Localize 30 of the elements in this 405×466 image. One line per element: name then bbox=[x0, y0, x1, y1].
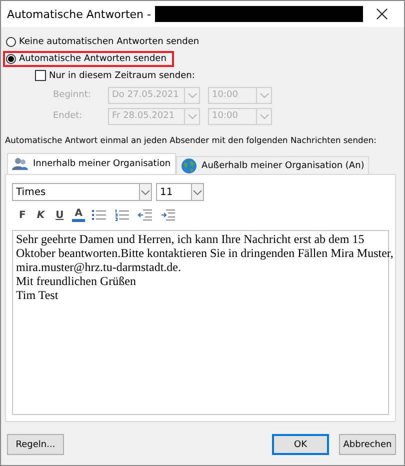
numbered-list-icon[interactable] bbox=[115, 209, 130, 221]
chevron-down-icon bbox=[188, 114, 196, 118]
instruction-text: Automatische Antwort einmal an jeden Absender mit den folgenden Nachrichten senden: bbox=[5, 135, 376, 146]
globe-icon bbox=[180, 158, 197, 174]
chevron-down-icon bbox=[141, 190, 150, 194]
people-icon bbox=[12, 157, 28, 171]
chevron-down-icon bbox=[193, 190, 202, 194]
cancel-button[interactable]: Abbrechen bbox=[339, 434, 396, 455]
radio-option[interactable]: Keine automatischen Antworten senden bbox=[3, 34, 208, 50]
increase-indent-icon[interactable] bbox=[161, 209, 176, 221]
bullet-list-icon[interactable] bbox=[92, 209, 106, 221]
ok-button[interactable]: OK bbox=[272, 434, 329, 455]
window-title: Automatische Antworten - bbox=[7, 8, 151, 20]
font-color-button[interactable]: A bbox=[72, 208, 86, 222]
underline-button[interactable]: U bbox=[52, 210, 67, 220]
close-icon[interactable] bbox=[376, 8, 388, 20]
tab[interactable]: Innerhalb meiner Organisation bbox=[7, 153, 176, 174]
font-dropdown[interactable]: Times bbox=[12, 183, 152, 201]
italic-button[interactable]: K bbox=[34, 210, 48, 220]
chevron-down-icon bbox=[188, 92, 196, 98]
bold-button[interactable]: F bbox=[16, 210, 29, 220]
field-label: Endet: bbox=[52, 111, 84, 121]
radio-option[interactable]: Automatische Antworten senden bbox=[3, 50, 174, 66]
field-label: Beginnt: bbox=[52, 90, 92, 100]
chevron-down-icon bbox=[260, 92, 268, 98]
font-size-dropdown[interactable]: 11 bbox=[156, 183, 204, 201]
chevron-down-icon bbox=[260, 114, 268, 118]
rules-button[interactable]: Regeln... bbox=[7, 434, 64, 455]
tab[interactable]: Außerhalb meiner Organisation (An) bbox=[176, 156, 370, 174]
decrease-indent-icon[interactable] bbox=[138, 209, 152, 221]
